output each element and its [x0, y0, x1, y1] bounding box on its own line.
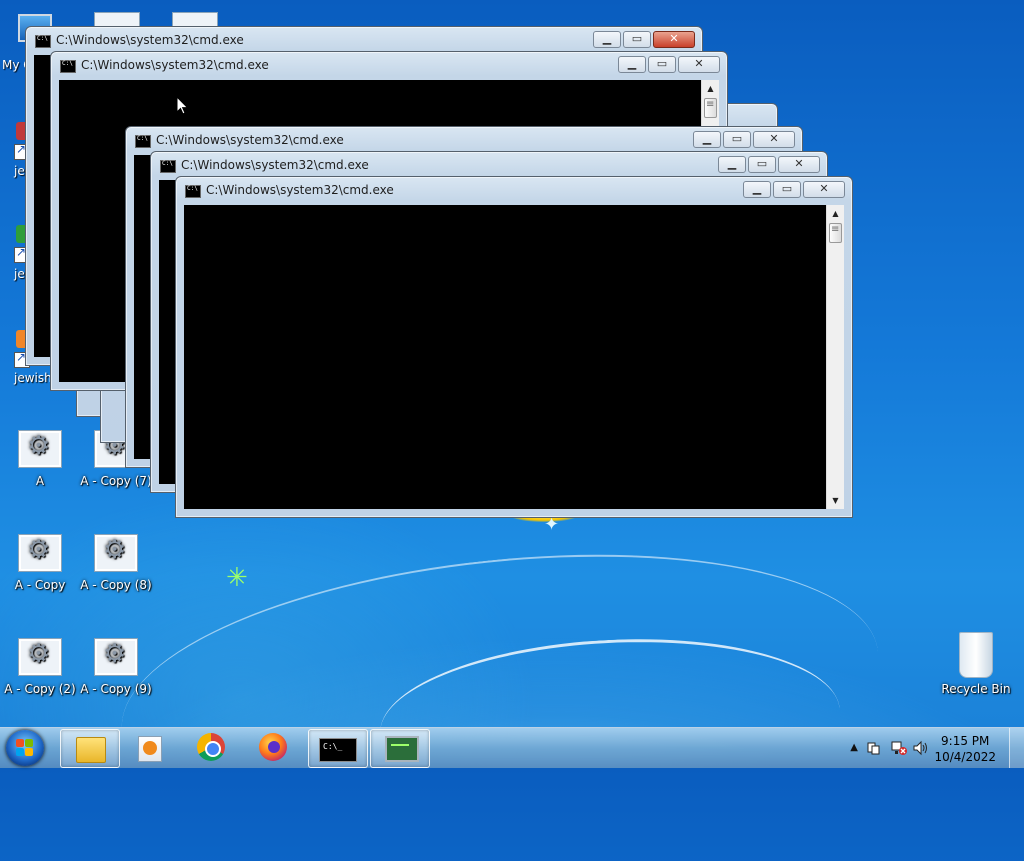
close-button[interactable]: ✕ [778, 156, 820, 173]
minimize-icon: ▁ [602, 32, 612, 45]
minimize-button[interactable]: ▁ [593, 31, 621, 48]
close-icon: ✕ [669, 32, 679, 45]
config-file-icon [94, 534, 138, 572]
desktop-icon-label: A - Copy (9) [80, 682, 152, 696]
desktop-icon-label: A [35, 474, 45, 488]
scroll-up-icon[interactable]: ▲ [827, 205, 844, 222]
maximize-button[interactable]: ▭ [623, 31, 651, 48]
maximize-icon: ▭ [631, 32, 643, 45]
minimize-icon: ▁ [752, 182, 762, 195]
desktop-icon-file[interactable]: A - Copy (9) [76, 638, 156, 696]
firefox-icon [259, 733, 287, 761]
recycle-bin-icon [959, 632, 993, 678]
desktop-icon-file[interactable]: A - Copy (2) [0, 638, 80, 696]
close-button[interactable]: ✕ [803, 181, 845, 198]
taskbar-clock[interactable]: 9:15 PM 10/4/2022 [934, 733, 996, 765]
desktop-icon-label: A - Copy [14, 578, 66, 592]
folder-icon [76, 737, 106, 763]
taskbar-firefox[interactable] [244, 729, 302, 766]
close-icon: ✕ [694, 57, 704, 70]
taskbar-media-player[interactable] [120, 729, 178, 766]
cmd-icon [35, 35, 51, 48]
window-titlebar[interactable]: C:\Windows\system32\cmd.exe ▁ ▭ ✕ [176, 177, 852, 203]
config-file-icon [18, 638, 62, 676]
clock-date: 10/4/2022 [934, 750, 996, 764]
minimize-button[interactable]: ▁ [743, 181, 771, 198]
window-title: C:\Windows\system32\cmd.exe [181, 158, 369, 172]
media-icon [138, 736, 162, 762]
maximize-button[interactable]: ▭ [648, 56, 676, 73]
window-title: C:\Windows\system32\cmd.exe [156, 133, 344, 147]
desktop-icon-file[interactable]: A [0, 430, 80, 488]
close-icon: ✕ [769, 132, 779, 145]
start-button[interactable] [6, 730, 44, 766]
maximize-button[interactable]: ▭ [773, 181, 801, 198]
window-title: C:\Windows\system32\cmd.exe [81, 58, 269, 72]
cmd-icon [60, 60, 76, 73]
window-titlebar[interactable]: C:\Windows\system32\cmd.exe ▁ ▭ ✕ [51, 52, 727, 78]
window-titlebar[interactable]: C:\Windows\system32\cmd.exe ▁ ▭ ✕ [126, 127, 802, 153]
console-area[interactable]: ▲ ▼ [184, 205, 844, 509]
desktop-icon-recycle-bin[interactable]: Recycle Bin [936, 632, 1016, 696]
show-hidden-icons-icon[interactable]: ▲ [850, 742, 858, 753]
minimize-icon: ▁ [702, 132, 712, 145]
taskbar-task-manager[interactable] [370, 729, 430, 768]
desktop-icon-label: jewish [14, 371, 52, 385]
volume-icon[interactable] [912, 740, 930, 760]
desktop-icon-label: A - Copy (8) [80, 578, 152, 592]
taskbar: C:\_ ▲ 9:15 PM 10/4/2022 [0, 727, 1024, 768]
chrome-icon [197, 733, 225, 761]
maximize-button[interactable]: ▭ [748, 156, 776, 173]
wallpaper-sparkle-icon: ✳ [226, 563, 248, 593]
cmd-icon: C:\_ [319, 738, 357, 762]
close-icon: ✕ [794, 157, 804, 170]
scroll-up-icon[interactable]: ▲ [702, 80, 719, 97]
minimize-icon: ▁ [727, 157, 737, 170]
desktop-icon-label: A - Copy (7) [80, 474, 152, 488]
config-file-icon [94, 638, 138, 676]
window-titlebar[interactable]: C:\Windows\system32\cmd.exe ▁ ▭ ✕ [151, 152, 827, 178]
maximize-icon: ▭ [656, 57, 668, 70]
cmd-icon [185, 185, 201, 198]
cmd-icon [160, 160, 176, 173]
minimize-button[interactable]: ▁ [618, 56, 646, 73]
taskbar-command-prompt[interactable]: C:\_ [308, 729, 368, 768]
minimize-button[interactable]: ▁ [693, 131, 721, 148]
minimize-button[interactable]: ▁ [718, 156, 746, 173]
scroll-thumb[interactable] [704, 98, 717, 118]
wallpaper-swoosh [376, 628, 844, 815]
desktop-icon-file[interactable]: A - Copy [0, 534, 80, 592]
maximize-icon: ▭ [756, 157, 768, 170]
desktop-icon-label: A - Copy (2) [4, 682, 76, 696]
maximize-icon: ▭ [731, 132, 743, 145]
config-file-icon [18, 430, 62, 468]
close-button[interactable]: ✕ [653, 31, 695, 48]
maximize-button[interactable]: ▭ [723, 131, 751, 148]
desktop-icon-label: Recycle Bin [941, 682, 1011, 696]
window-titlebar[interactable]: C:\Windows\system32\cmd.exe ▁ ▭ ✕ [26, 27, 702, 53]
network-disconnected-icon[interactable] [890, 740, 908, 760]
cmd-icon [135, 135, 151, 148]
desktop-icon-file[interactable]: A - Copy (8) [76, 534, 156, 592]
cmd-window-active[interactable]: C:\Windows\system32\cmd.exe ▁ ▭ ✕ ▲ ▼ [175, 176, 853, 518]
show-desktop-button[interactable] [1009, 728, 1024, 768]
close-button[interactable]: ✕ [753, 131, 795, 148]
close-icon: ✕ [819, 182, 829, 195]
minimize-icon: ▁ [627, 57, 637, 70]
taskbar-explorer[interactable] [60, 729, 120, 768]
action-center-icon[interactable] [866, 740, 882, 760]
close-button[interactable]: ✕ [678, 56, 720, 73]
maximize-icon: ▭ [781, 182, 793, 195]
clock-time: 9:15 PM [941, 734, 990, 748]
config-file-icon [18, 534, 62, 572]
window-title: C:\Windows\system32\cmd.exe [56, 33, 244, 47]
mouse-cursor-icon [176, 96, 189, 115]
windows-logo-icon [16, 739, 34, 757]
window-title: C:\Windows\system32\cmd.exe [206, 183, 394, 197]
monitor-icon [385, 736, 419, 762]
scroll-down-icon[interactable]: ▼ [827, 492, 844, 509]
vertical-scrollbar[interactable]: ▲ ▼ [826, 205, 844, 509]
taskbar-chrome[interactable] [182, 729, 240, 766]
scroll-thumb[interactable] [829, 223, 842, 243]
